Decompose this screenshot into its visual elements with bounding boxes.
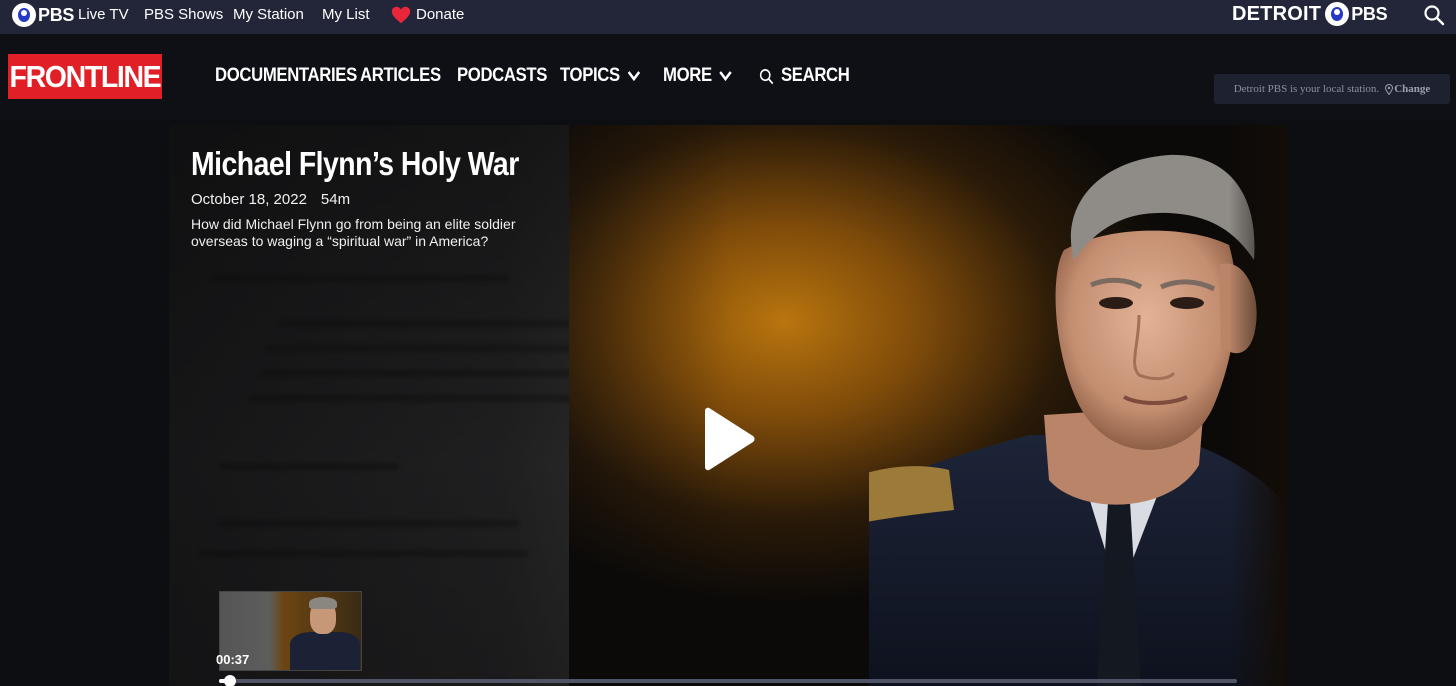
nav-my-station[interactable]: My Station [233,6,304,23]
nav-articles[interactable]: ARTICLES [360,65,441,87]
pbs-logo-text: PBS [38,4,75,25]
nav-pbs-shows[interactable]: PBS Shows [144,6,223,23]
video-description: How did Michael Flynn go from being an e… [191,216,516,249]
video-meta: October 18, 2022 54m [191,191,350,208]
frontline-logo[interactable]: FRONTLINE [8,54,162,99]
chevron-down-icon [627,71,641,82]
video-title: Michael Flynn’s Holy War [191,145,519,182]
video-player[interactable]: Michael Flynn’s Holy War October 18, 202… [169,125,1287,686]
search-icon [759,68,774,84]
nav-search-label: SEARCH [781,65,850,86]
nav-podcasts-label: PODCASTS [457,65,548,86]
nav-articles-label: ARTICLES [360,65,441,86]
nav-live-tv[interactable]: Live TV [78,6,129,23]
video-date: October 18, 2022 [191,191,307,208]
nav-search[interactable]: SEARCH [759,65,850,87]
chevron-down-icon [719,71,733,82]
play-icon[interactable] [697,407,757,471]
frontline-logo-text: FRONTLINE [9,58,162,94]
nav-more[interactable]: MORE [663,65,733,87]
progress-bar[interactable] [219,675,1237,686]
nav-more-label: MORE [663,65,712,86]
station-logo-text: DETROIT [1232,2,1322,25]
heart-icon[interactable] [390,4,412,26]
change-station-link[interactable]: Change [1394,83,1430,95]
local-station-banner: Detroit PBS is your local station. Chang… [1214,74,1450,104]
donate-link[interactable]: Donate [416,6,464,23]
right-vignette [1229,125,1287,686]
search-icon[interactable] [1422,3,1446,27]
location-pin-icon [1385,83,1394,95]
pbs-logo[interactable]: PBS [12,3,74,27]
video-duration: 54m [320,191,351,208]
nav-topics[interactable]: TOPICS [560,65,641,87]
nav-documentaries-label: DOCUMENTARIES [215,65,357,86]
nav-topics-label: TOPICS [560,65,620,86]
pbs-logo-icon [12,3,36,27]
station-logo-suffix: PBS [1351,3,1388,24]
scrubber-handle[interactable] [224,675,237,686]
nav-my-list[interactable]: My List [322,6,370,23]
portrait-image [869,154,1287,686]
station-pbs-icon [1325,2,1350,26]
frontline-header: FRONTLINE DOCUMENTARIES ARTICLES PODCAST… [0,34,1456,120]
station-logo[interactable]: DETROIT PBS [1232,2,1388,26]
nav-documentaries[interactable]: DOCUMENTARIES [215,65,357,87]
pbs-top-bar: PBS Live TV PBS Shows My Station My List… [0,0,1456,34]
local-station-text: Detroit PBS is your local station. [1233,83,1380,95]
preview-timecode: 00:37 [216,652,250,667]
nav-podcasts[interactable]: PODCASTS [457,65,547,87]
